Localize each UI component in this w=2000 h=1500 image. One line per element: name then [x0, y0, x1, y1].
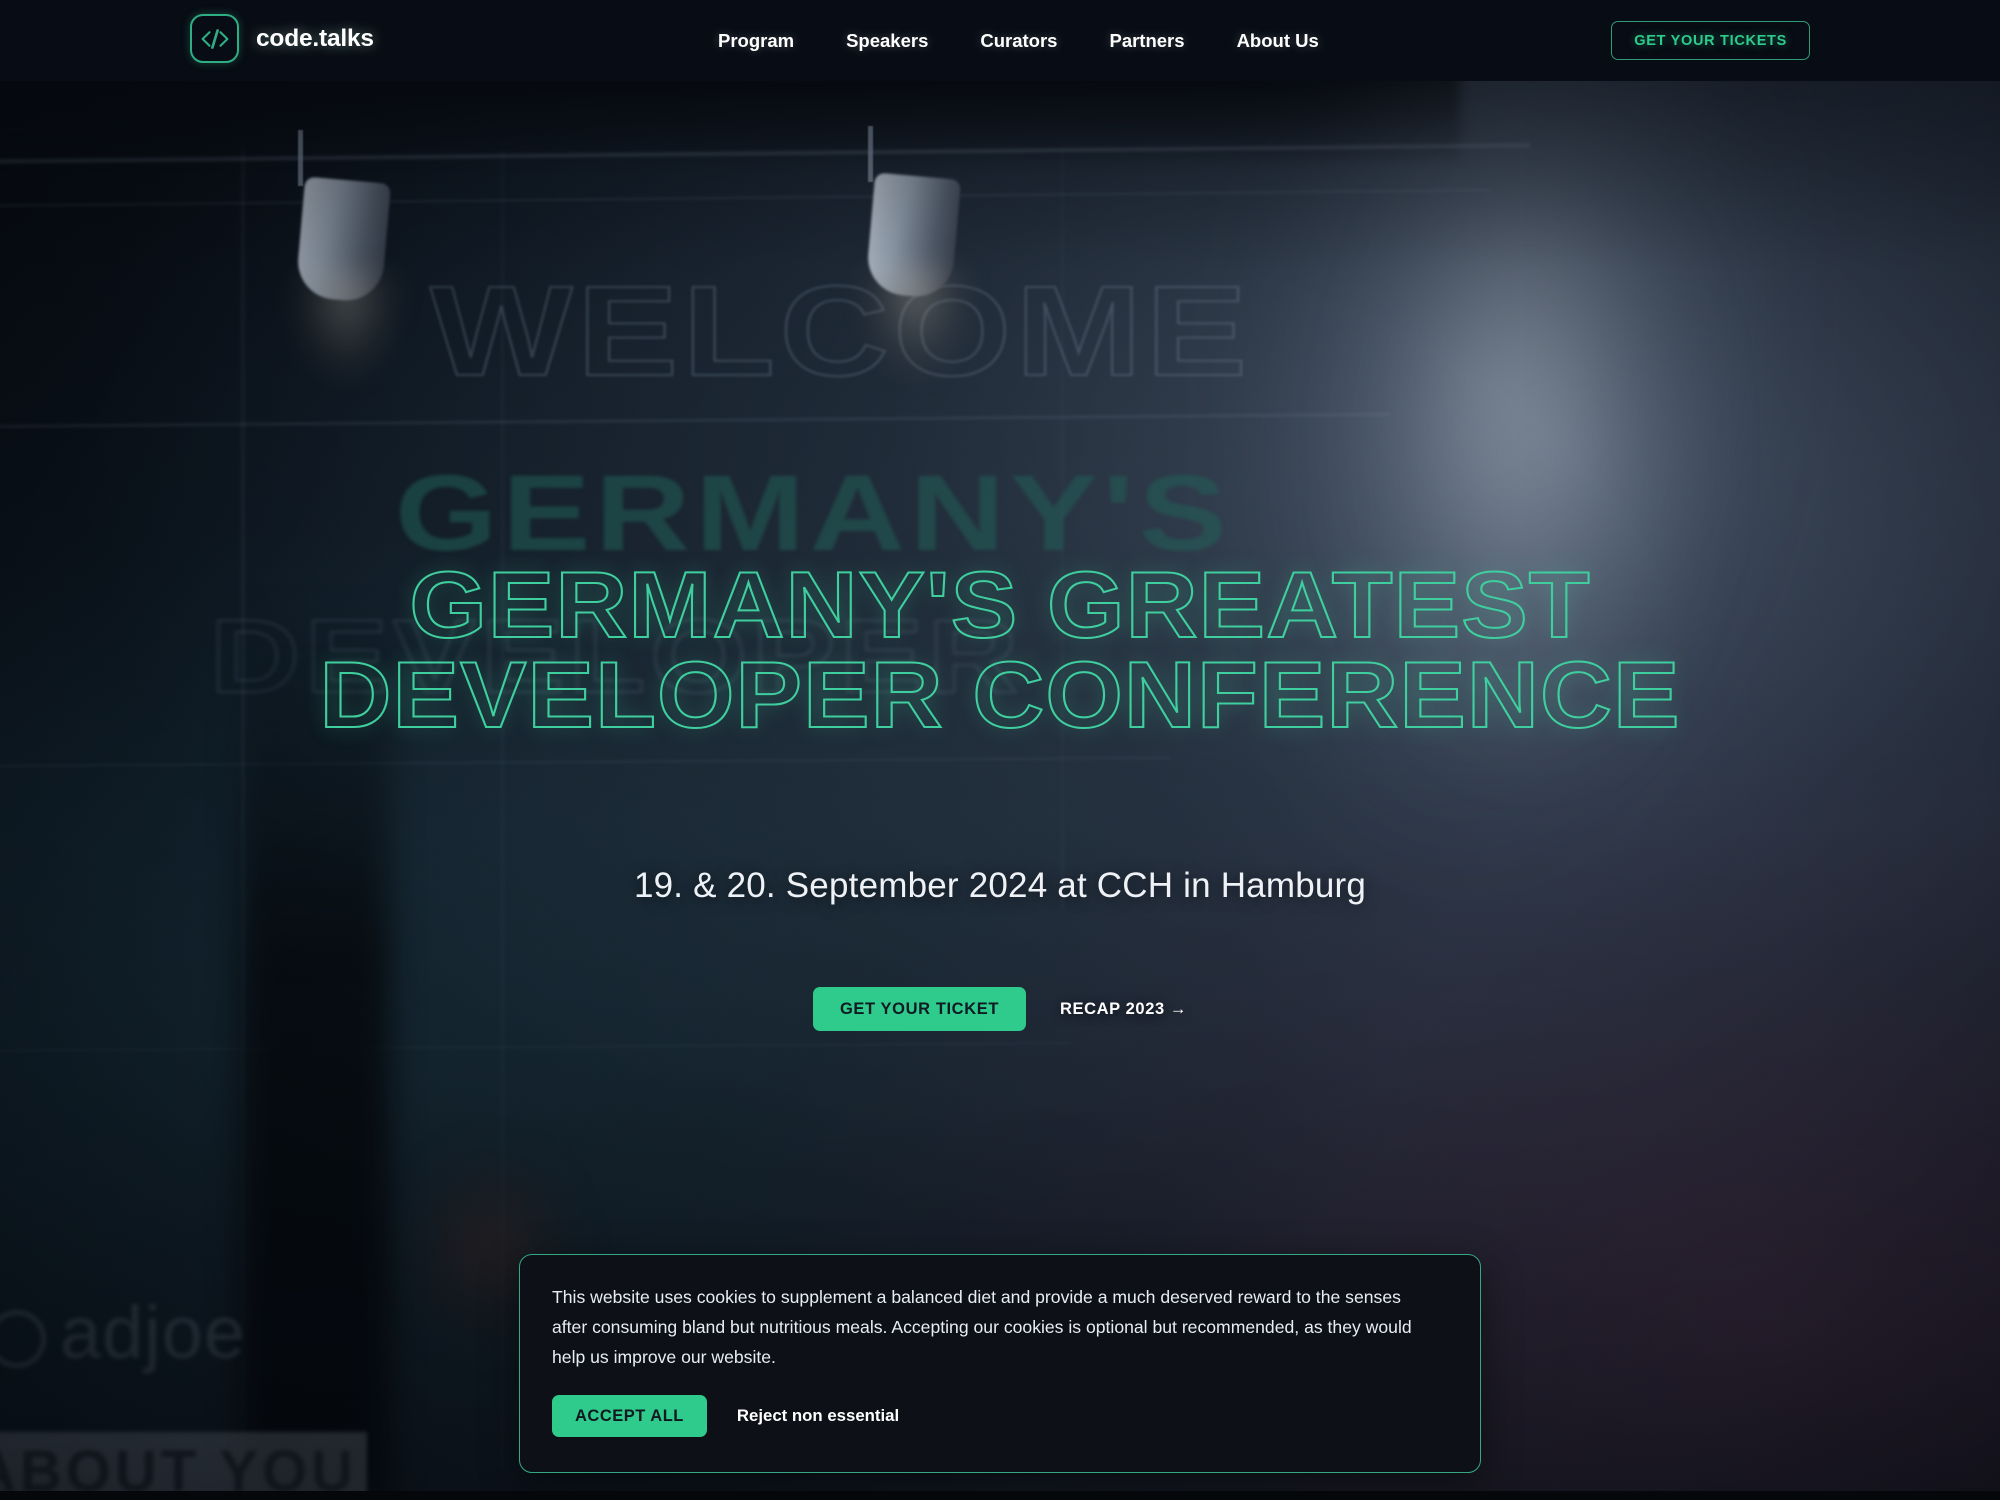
cookie-consent-banner: This website uses cookies to supplement … [519, 1254, 1481, 1473]
site-header: code.talks Program Speakers Curators Par… [0, 0, 2000, 81]
get-your-ticket-button[interactable]: GET YOUR TICKET [812, 987, 1026, 1031]
cookie-banner-text: This website uses cookies to supplement … [552, 1287, 1412, 1367]
nav-item-program[interactable]: Program [718, 30, 794, 52]
get-your-tickets-button[interactable]: GET YOUR TICKETS [1611, 21, 1810, 60]
cookie-banner-actions: ACCEPT ALL Reject non essential [552, 1395, 899, 1437]
nav-item-speakers[interactable]: Speakers [846, 30, 928, 52]
recap-2023-link[interactable]: RECAP 2023 → [1060, 1000, 1187, 1019]
accept-all-cookies-button[interactable]: ACCEPT ALL [552, 1395, 707, 1437]
hero-cta-row: GET YOUR TICKET RECAP 2023 → [0, 987, 2000, 1031]
brand-name: code.talks [256, 24, 374, 52]
reject-non-essential-button[interactable]: Reject non essential [737, 1406, 899, 1426]
nav-item-curators[interactable]: Curators [980, 30, 1057, 52]
page-root: WELCOME GERMANY'S DEVELOPER adjoe ABOUT … [0, 0, 2000, 1500]
page-bottom-strip [0, 1491, 2000, 1500]
nav-item-partners[interactable]: Partners [1109, 30, 1184, 52]
brand-logo[interactable]: code.talks [190, 14, 374, 63]
nav-item-about-us[interactable]: About Us [1237, 30, 1319, 52]
main-navigation: Program Speakers Curators Partners About… [718, 0, 1319, 81]
code-brackets-icon [190, 14, 239, 63]
